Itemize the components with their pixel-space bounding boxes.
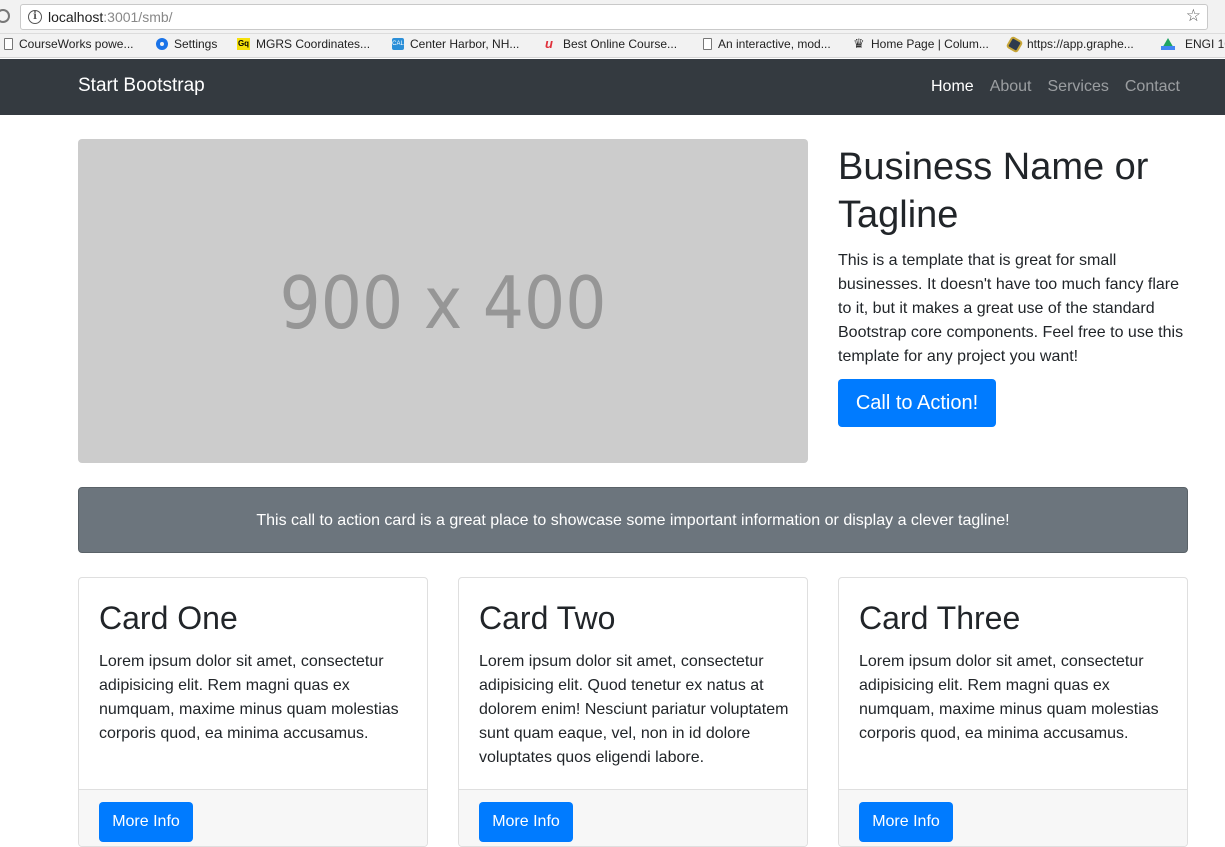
reload-icon[interactable] — [0, 9, 10, 23]
hero-text-block: Business Name or Tagline This is a templ… — [838, 143, 1188, 369]
url-path: :3001/smb/ — [103, 9, 173, 25]
card-footer: More Info — [459, 789, 807, 846]
info-icon[interactable]: i — [28, 10, 42, 24]
browser-toolbar: i localhost:3001/smb/ ☆ — [0, 0, 1225, 34]
url-host: localhost — [48, 9, 104, 25]
nav-services[interactable]: Services — [1048, 78, 1109, 96]
bookmark-label: An interactive, mod... — [718, 37, 831, 51]
more-info-button[interactable]: More Info — [99, 802, 193, 842]
bookmark-label: ENGI 10 — [1185, 37, 1225, 51]
crown-icon: ♛ — [853, 36, 865, 51]
card-text: Lorem ipsum dolor sit amet, consectetur … — [479, 653, 789, 766]
more-info-button[interactable]: More Info — [859, 802, 953, 842]
bookmark-center-harbor[interactable]: CAL Center Harbor, NH... — [392, 37, 519, 51]
bookmark-label: https://app.graphe... — [1027, 37, 1134, 51]
bookmark-settings[interactable]: Settings — [156, 37, 217, 51]
hero-title: Business Name or Tagline — [838, 146, 1149, 236]
bookmark-columbia[interactable]: ♛ Home Page | Colum... — [853, 37, 989, 51]
nav-links: Home About Services Contact — [915, 78, 1180, 96]
call-to-action-banner: This call to action card is a great plac… — [78, 487, 1188, 553]
bookmarks-bar: CourseWorks powe... Settings Gq MGRS Coo… — [0, 34, 1225, 58]
card-footer: More Info — [839, 789, 1187, 846]
bookmark-label: Settings — [174, 37, 218, 51]
card-title: Card One — [99, 600, 238, 636]
card-two: Card Two Lorem ipsum dolor sit amet, con… — [458, 577, 808, 847]
card-title: Card Two — [479, 600, 616, 636]
card-text: Lorem ipsum dolor sit amet, consectetur … — [859, 653, 1159, 742]
bookmark-engi[interactable]: ENGI 10 — [1161, 37, 1225, 51]
bookmark-label: Home Page | Colum... — [871, 37, 989, 51]
bookmark-graphe[interactable]: https://app.graphe... — [1005, 35, 1134, 53]
udemy-icon: u — [545, 36, 553, 51]
card-one: Card One Lorem ipsum dolor sit amet, con… — [78, 577, 428, 847]
bookmark-label: Center Harbor, NH... — [410, 37, 520, 51]
card-text: Lorem ipsum dolor sit amet, consectetur … — [99, 653, 399, 742]
drive-icon — [1161, 38, 1175, 50]
weather-icon: CAL — [392, 38, 404, 50]
address-bar[interactable]: i localhost:3001/smb/ ☆ — [20, 4, 1208, 30]
bookmark-label: MGRS Coordinates... — [256, 37, 371, 51]
bookmark-online-course[interactable]: u Best Online Course... — [545, 37, 677, 51]
hexagon-icon — [1005, 35, 1024, 53]
more-info-button[interactable]: More Info — [479, 802, 573, 842]
bookmark-interactive[interactable]: An interactive, mod... — [703, 37, 831, 51]
document-icon — [4, 38, 13, 50]
hero-image-placeholder: 900 x 400 — [78, 139, 808, 463]
document-icon — [703, 38, 712, 50]
call-to-action-button[interactable]: Call to Action! — [838, 379, 996, 427]
bookmark-courseworks[interactable]: CourseWorks powe... — [4, 37, 134, 51]
bookmark-star-icon[interactable]: ☆ — [1186, 6, 1201, 26]
bookmark-label: CourseWorks powe... — [19, 37, 134, 51]
nav-about[interactable]: About — [990, 78, 1032, 96]
placeholder-size-text: 900 x 400 — [279, 261, 607, 345]
hero-description: This is a template that is great for sma… — [838, 252, 1184, 365]
bookmark-mgrs[interactable]: Gq MGRS Coordinates... — [237, 37, 370, 51]
card-three: Card Three Lorem ipsum dolor sit amet, c… — [838, 577, 1188, 847]
nav-contact[interactable]: Contact — [1125, 78, 1180, 96]
card-title: Card Three — [859, 600, 1021, 636]
nav-home[interactable]: Home — [931, 78, 974, 96]
card-footer: More Info — [79, 789, 427, 846]
bookmark-label: Best Online Course... — [563, 37, 678, 51]
site-navbar: Start Bootstrap Home About Services Cont… — [0, 59, 1225, 115]
mgrs-icon: Gq — [237, 38, 250, 50]
url-text[interactable]: localhost:3001/smb/ — [48, 9, 173, 25]
navbar-brand[interactable]: Start Bootstrap — [78, 75, 205, 97]
gear-icon — [156, 38, 168, 50]
banner-text: This call to action card is a great plac… — [256, 512, 1010, 529]
